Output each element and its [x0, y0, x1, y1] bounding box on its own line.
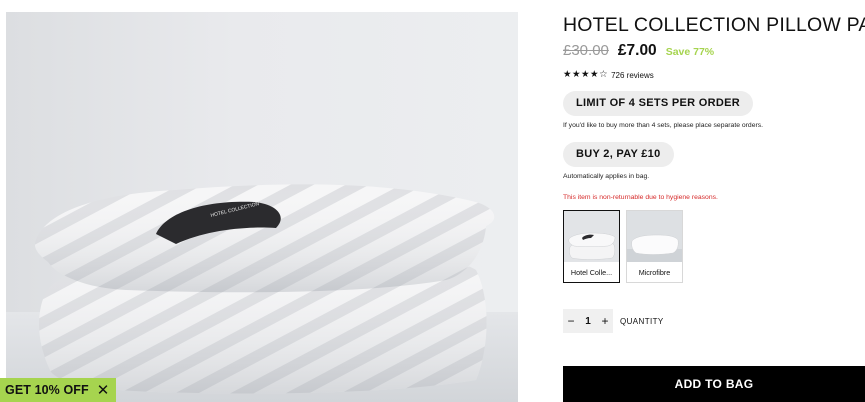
star-rating-icon: ★★★★☆: [563, 69, 609, 81]
close-icon[interactable]: ✕: [97, 383, 110, 398]
variant-hotel-collection[interactable]: Hotel Colle...: [563, 210, 620, 283]
variant-thumbnail: [627, 211, 682, 262]
variant-label: Microfibre: [638, 267, 671, 277]
increase-quantity-button[interactable]: +: [597, 314, 613, 328]
review-count[interactable]: 726 reviews: [611, 71, 654, 80]
quantity-stepper[interactable]: − 1 +: [563, 309, 613, 333]
non-returnable-warning: This item is non-returnable due to hygie…: [563, 194, 718, 201]
multibuy-note: Automatically applies in bag.: [563, 173, 650, 180]
variant-selector: Hotel Colle... Microfibre: [563, 210, 865, 283]
variant-thumbnail: [564, 211, 619, 262]
original-price: £30.00: [563, 42, 609, 59]
quantity-label: QUANTITY: [620, 316, 664, 326]
product-title: HOTEL COLLECTION PILLOW PAIR: [563, 14, 865, 36]
product-page: HOTEL COLLECTION GET 10% OFF ✕ HOTEL COL…: [0, 0, 865, 402]
order-limit-note: If you'd like to buy more than 4 sets, p…: [563, 122, 764, 129]
discount-promo-badge[interactable]: GET 10% OFF ✕: [0, 378, 116, 402]
decrease-quantity-button[interactable]: −: [563, 314, 579, 328]
sale-price: £7.00: [617, 42, 657, 59]
promo-label: GET 10% OFF: [5, 383, 89, 397]
price-row: £30.00 £7.00 Save 77%: [563, 42, 865, 64]
product-info: HOTEL COLLECTION PILLOW PAIR £30.00 £7.0…: [563, 12, 865, 334]
variant-label: Hotel Colle...: [570, 267, 613, 277]
product-image[interactable]: HOTEL COLLECTION: [6, 12, 518, 402]
rating[interactable]: ★★★★☆ 726 reviews: [563, 69, 865, 81]
add-to-bag-button[interactable]: ADD TO BAG: [563, 366, 865, 402]
multibuy-offer-pill: BUY 2, PAY £10: [563, 142, 674, 167]
quantity-row: − 1 + QUANTITY: [563, 308, 865, 334]
savings-badge: Save 77%: [665, 46, 715, 58]
variant-microfibre[interactable]: Microfibre: [626, 210, 683, 283]
order-limit-pill: LIMIT OF 4 SETS PER ORDER: [563, 91, 753, 116]
quantity-value[interactable]: 1: [579, 316, 597, 327]
